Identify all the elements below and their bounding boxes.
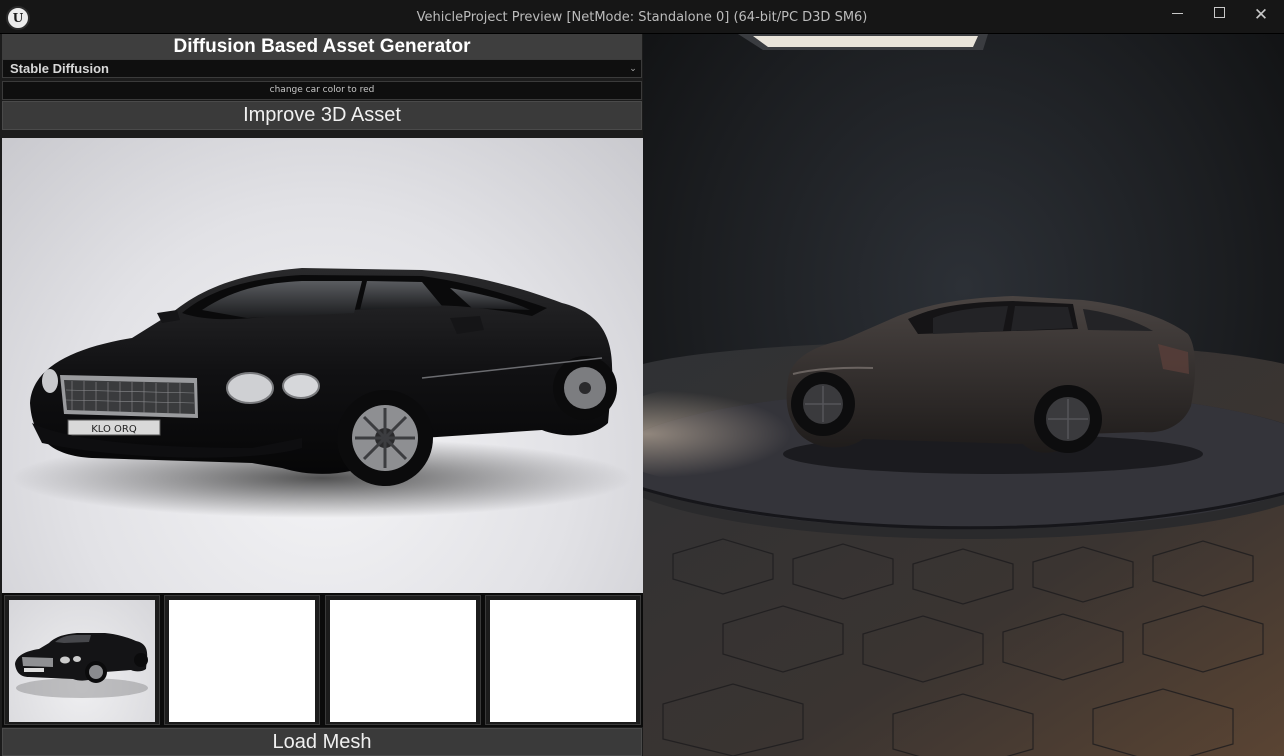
thumbnail-empty-slot	[330, 600, 476, 722]
maximize-icon	[1213, 6, 1225, 18]
close-button[interactable]: ✕	[1240, 0, 1282, 30]
window-title: VehicleProject Preview [NetMode: Standal…	[416, 10, 868, 25]
maximize-button[interactable]	[1198, 0, 1240, 30]
title-bar: U VehicleProject Preview [NetMode: Stand…	[0, 0, 1284, 34]
thumbnail-3[interactable]	[325, 595, 481, 725]
thumbnail-empty-slot	[169, 600, 315, 722]
thumbnail-empty-slot	[490, 600, 636, 722]
model-select-dropdown[interactable]: Stable Diffusion ⌄	[2, 59, 642, 78]
license-plate-text: KLO ORQ	[91, 424, 137, 435]
thumbnail-2[interactable]	[164, 595, 320, 725]
chevron-down-icon: ⌄	[629, 63, 637, 73]
prompt-input[interactable]: change car color to red	[2, 81, 642, 100]
model-select-value: Stable Diffusion	[10, 61, 109, 76]
minimize-icon	[1171, 12, 1183, 14]
improve-3d-asset-button[interactable]: Improve 3D Asset	[2, 101, 642, 130]
close-icon: ✕	[1253, 5, 1269, 24]
thumbnail-car-image	[9, 600, 155, 722]
thumbnail-strip	[2, 593, 643, 727]
thumbnail-4[interactable]	[485, 595, 641, 725]
thumbnail-1[interactable]	[4, 595, 160, 725]
panel-title: Diffusion Based Asset Generator	[2, 34, 642, 59]
generated-car-image: KLO ORQ	[2, 138, 643, 593]
minimize-button[interactable]	[1156, 0, 1198, 30]
load-mesh-button[interactable]: Load Mesh	[2, 728, 642, 756]
game-viewport[interactable]	[643, 34, 1284, 756]
asset-generator-panel: Diffusion Based Asset Generator Stable D…	[0, 34, 643, 756]
